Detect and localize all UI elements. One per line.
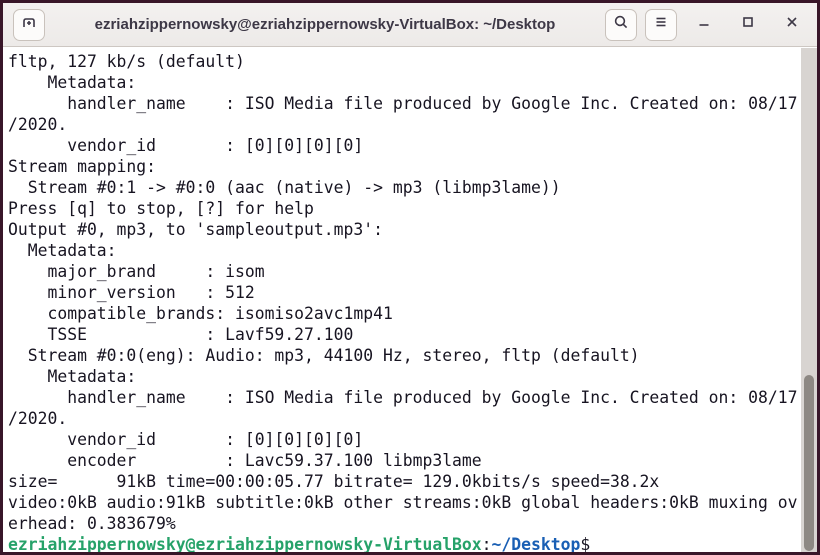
minimize-button[interactable] [689,10,719,40]
scrollbar-thumb[interactable] [804,375,814,551]
terminal-output-line: fltp, 127 kb/s (default) [8,52,245,71]
prompt-user-host: ezriahzippernowsky@ezriahzippernowsky-Vi… [8,535,482,552]
terminal-output-line: TSSE : Lavf59.27.100 [8,325,354,344]
menu-button[interactable] [645,8,677,41]
prompt-colon: : [481,535,492,552]
terminal-output-line: Stream mapping: [8,157,157,176]
terminal-output-line: Press [q] to stop, [?] for help [8,199,314,218]
terminal-output-line: minor_version : 512 [8,283,255,302]
minimize-icon [696,14,712,35]
new-tab-icon [21,14,37,35]
hamburger-menu-icon [653,14,669,35]
terminal-output-line: handler_name : ISO Media file produced b… [8,94,798,113]
search-icon [613,14,629,35]
terminal-output-line: major_brand : isom [8,262,265,281]
terminal-output-line: size= 91kB time=00:00:05.77 bitrate= 129… [8,472,660,491]
terminal-output-line: Stream #0:0(eng): Audio: mp3, 44100 Hz, … [8,346,640,365]
terminal-output-area[interactable]: fltp, 127 kb/s (default) Metadata: handl… [3,48,817,552]
terminal-output-line: compatible_brands: isomiso2avc1mp41 [8,304,393,323]
terminal-output-line: /2020. [8,409,68,428]
window-controls [689,10,807,40]
terminal-output-line: vendor_id : [0][0][0][0] [8,136,364,155]
close-button[interactable] [777,10,807,40]
scrollbar-track[interactable] [801,48,817,552]
window-title: ezriahzippernowsky@ezriahzippernowsky-Vi… [94,16,556,33]
prompt-dollar-sign: $ [580,535,591,552]
terminal-output-line: Metadata: [8,367,137,386]
terminal-output-line: vendor_id : [0][0][0][0] [8,430,364,449]
terminal-output-line: Metadata: [8,241,117,260]
terminal-output-line: /2020. [8,115,68,134]
new-tab-button[interactable] [13,8,45,41]
terminal-output-line: Stream #0:1 -> #0:0 (aac (native) -> mp3… [8,178,561,197]
terminal-output-line: Output #0, mp3, to 'sampleoutput.mp3': [8,220,383,239]
terminal-output-line: handler_name : ISO Media file produced b… [8,388,798,407]
terminal-output-line: erhead: 0.383679% [8,514,176,533]
terminal-output-line: video:0kB audio:91kB subtitle:0kB other … [8,493,798,512]
terminal-output-line: encoder : Lavc59.37.100 libmp3lame [8,451,482,470]
close-icon [784,14,800,35]
prompt-path: ~/Desktop [491,535,581,552]
shell-prompt: ezriahzippernowsky@ezriahzippernowsky-Vi… [8,534,817,552]
terminal-window: ezriahzippernowsky@ezriahzippernowsky-Vi… [0,0,820,555]
terminal-output-line: Metadata: [8,73,137,92]
search-button[interactable] [605,8,637,41]
titlebar: ezriahzippernowsky@ezriahzippernowsky-Vi… [3,3,817,47]
maximize-button[interactable] [733,10,763,40]
maximize-icon [740,14,756,35]
